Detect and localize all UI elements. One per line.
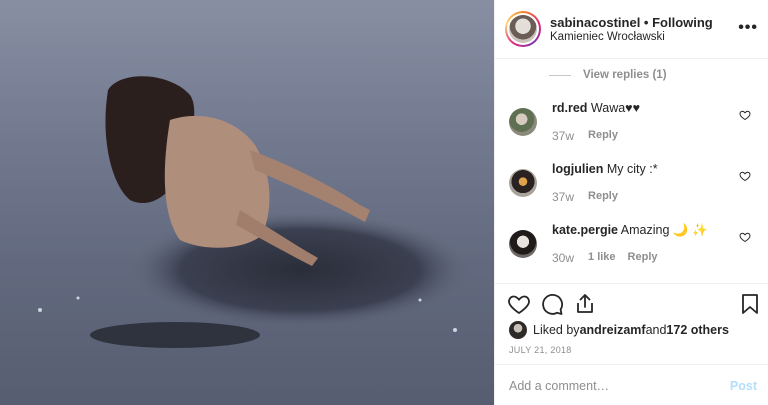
post-date[interactable]: JULY 21, 2018 <box>509 345 572 355</box>
comment-text: rd.red Wawa♥♥ <box>552 101 640 115</box>
post-comment-button[interactable]: Post <box>730 379 757 393</box>
add-comment-input[interactable]: Add a comment… <box>509 379 609 393</box>
comment-heart-icon[interactable] <box>739 109 751 121</box>
comment-age[interactable]: 37w <box>552 129 574 143</box>
commenter-avatar[interactable] <box>509 230 537 258</box>
comment-icon[interactable] <box>540 292 564 316</box>
post-header: sabinacostinel • Following Kamieniec Wro… <box>495 0 768 59</box>
comment-heart-icon[interactable] <box>739 170 751 182</box>
comment-age[interactable]: 30w <box>552 251 574 265</box>
header-separator: • <box>640 15 653 30</box>
liked-prefix: Liked by <box>533 323 580 337</box>
liked-and: and <box>645 323 667 337</box>
author-line: sabinacostinel • Following <box>550 15 713 30</box>
commenter-avatar[interactable] <box>509 108 537 136</box>
author-avatar[interactable] <box>505 11 541 47</box>
comment-item: logjulien My city :* 37w Reply <box>495 162 768 222</box>
view-replies-button[interactable]: View replies (1) <box>549 67 667 83</box>
comment-username[interactable]: logjulien <box>552 162 603 176</box>
comment-username[interactable]: kate.pergie <box>552 223 618 237</box>
author-username[interactable]: sabinacostinel <box>550 15 640 30</box>
photo-artwork <box>0 0 494 405</box>
replies-divider <box>549 74 571 76</box>
view-replies-label: View replies (1) <box>583 69 667 81</box>
liked-by: Liked by andreizamf and 172 others <box>509 321 729 339</box>
post-photo[interactable] <box>0 0 494 405</box>
comment-body: My city :* <box>603 162 658 176</box>
comment-meta: 37w Reply <box>552 129 618 143</box>
liked-others[interactable]: 172 others <box>666 323 729 337</box>
comment-body: Wawa♥♥ <box>587 101 641 115</box>
comment-text: logjulien My city :* <box>552 162 658 176</box>
more-horizontal-icon[interactable]: ••• <box>738 20 758 36</box>
following-button[interactable]: Following <box>652 15 713 30</box>
post-actions: Liked by andreizamf and 172 others JULY … <box>495 283 768 363</box>
comment-heart-icon[interactable] <box>739 231 751 243</box>
comment-username[interactable]: rd.red <box>552 101 587 115</box>
post-location[interactable]: Kamieniec Wrocławski <box>550 31 665 43</box>
reply-button[interactable]: Reply <box>628 251 658 265</box>
comment-likes[interactable]: 1 like <box>588 251 616 265</box>
bookmark-icon[interactable] <box>738 292 762 316</box>
comment-age[interactable]: 37w <box>552 190 574 204</box>
comment-text: kate.pergie Amazing 🌙 ✨ <box>552 223 708 238</box>
liked-by-user[interactable]: andreizamf <box>580 323 646 337</box>
post-side-panel: sabinacostinel • Following Kamieniec Wro… <box>494 0 768 405</box>
comment-meta: 37w Reply <box>552 190 618 204</box>
comment-meta: 30w 1 like Reply <box>552 251 658 265</box>
commenter-avatar[interactable] <box>509 169 537 197</box>
liked-by-avatar[interactable] <box>509 321 527 339</box>
reply-button[interactable]: Reply <box>588 129 618 143</box>
add-comment-bar: Add a comment… Post <box>495 364 768 405</box>
comment-item: kate.pergie Amazing 🌙 ✨ 30w 1 like Reply <box>495 223 768 283</box>
comment-item: rd.red Wawa♥♥ 37w Reply <box>495 101 768 161</box>
heart-icon[interactable] <box>507 292 531 316</box>
share-icon[interactable] <box>573 292 597 316</box>
reply-button[interactable]: Reply <box>588 190 618 204</box>
comment-body: Amazing 🌙 ✨ <box>618 223 708 237</box>
